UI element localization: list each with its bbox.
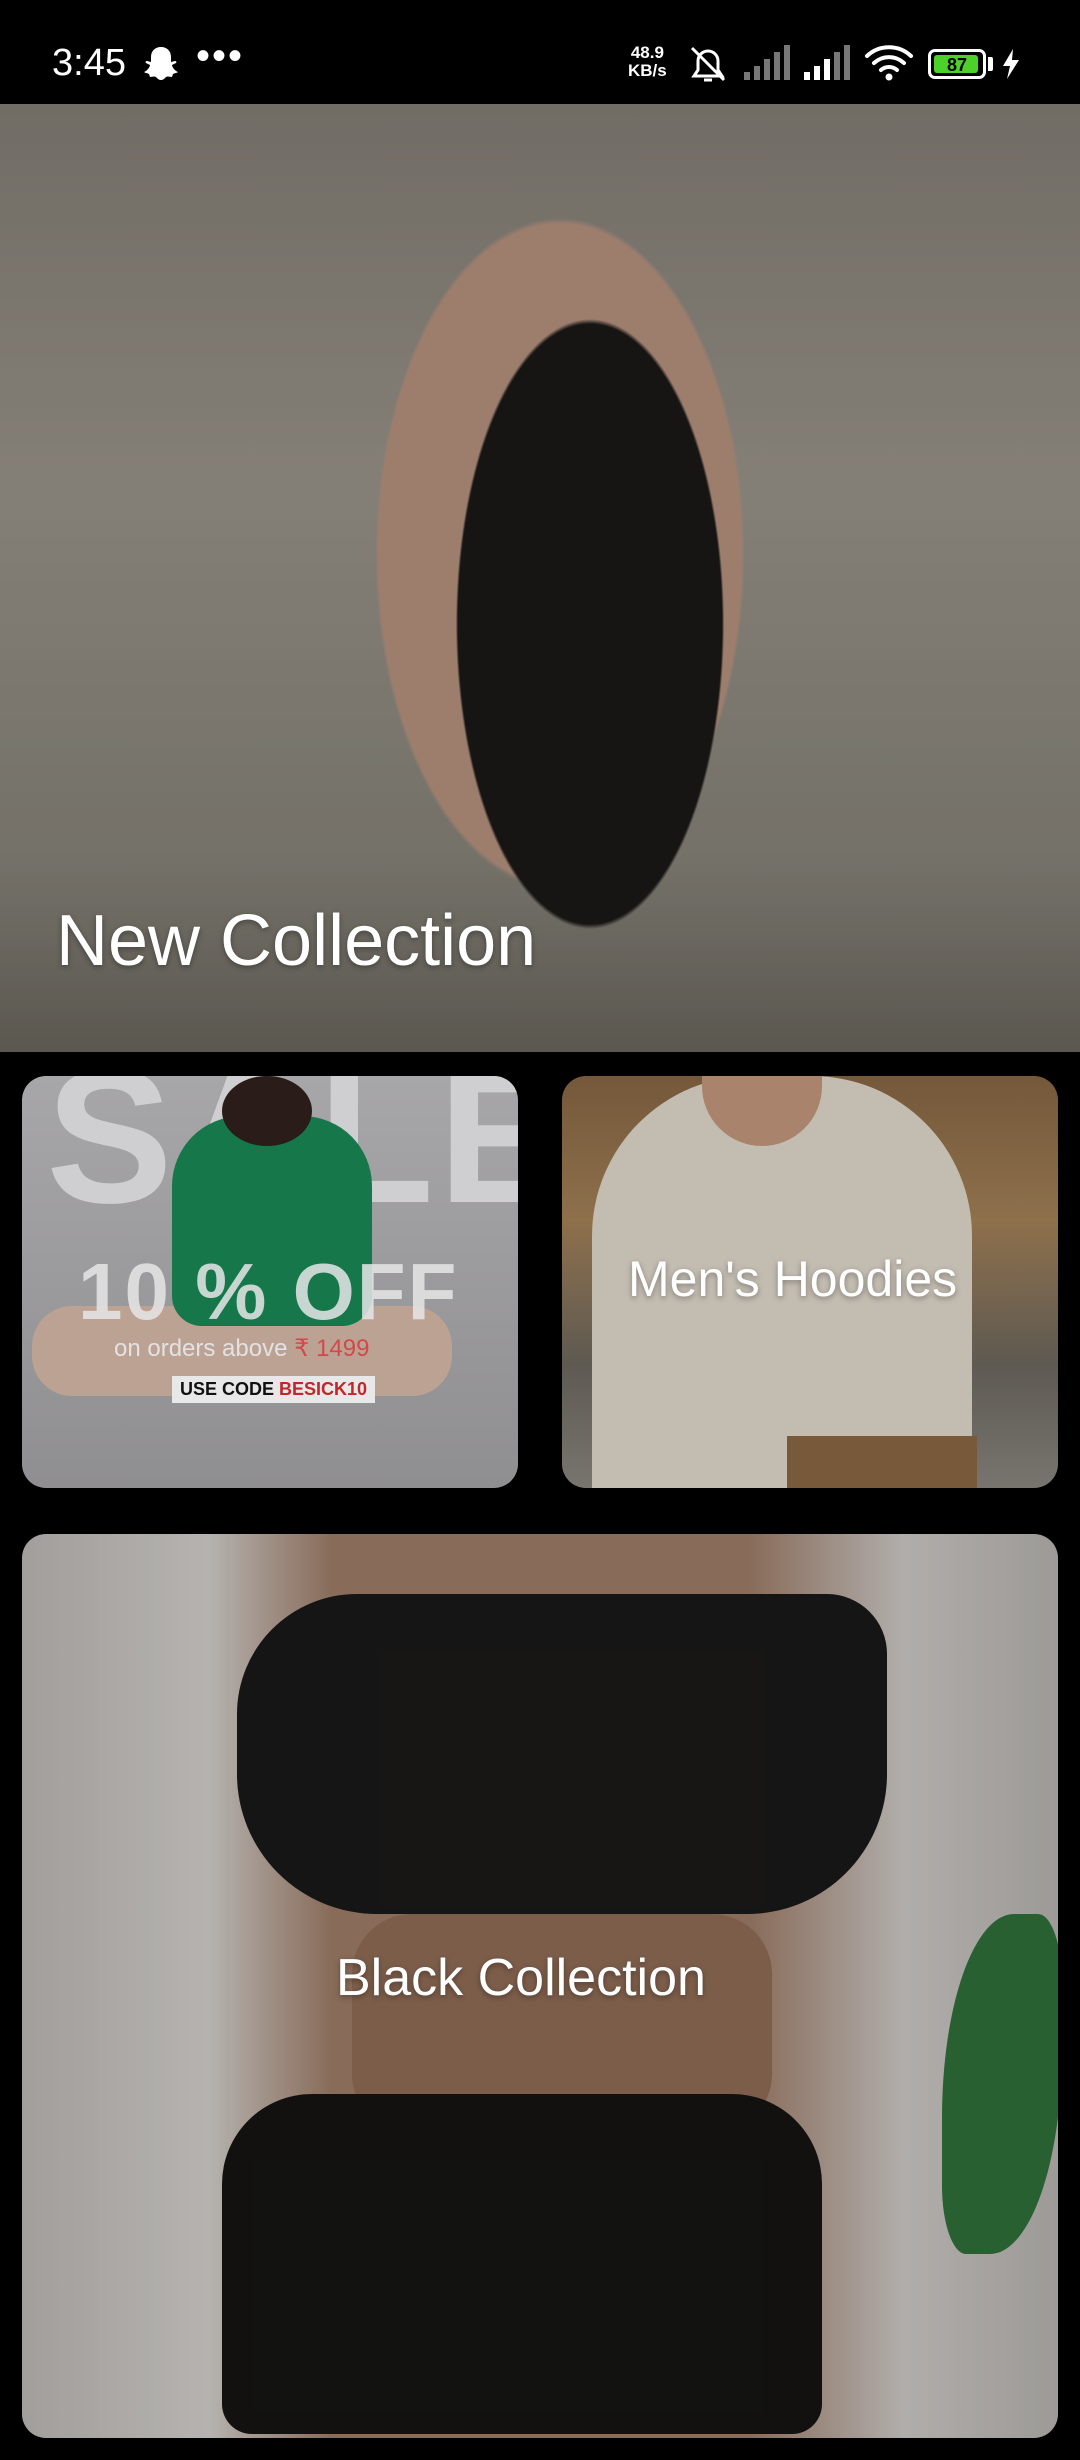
status-time: 3:45 [52, 42, 126, 84]
signal-icon [744, 45, 790, 80]
coupon-prefix: USE CODE [180, 1379, 280, 1399]
mens-hoodies-title: Men's Hoodies [628, 1251, 958, 1307]
wifi-icon [865, 45, 913, 81]
charging-bolt-icon [1003, 49, 1019, 79]
sale-discount-text: 10 % OFF [78, 1247, 459, 1336]
model-image [352, 1914, 772, 2134]
black-collection-card[interactable]: Black Collection [22, 1534, 1058, 2438]
battery-level: 87 [946, 55, 968, 75]
sale-coupon-code: USE CODE BESICK10 [172, 1376, 376, 1403]
coupon-code: BESICK10 [279, 1379, 368, 1399]
battery-icon: 87 [928, 49, 986, 79]
sale-min-amount: ₹ 1499 [294, 1335, 370, 1362]
network-speed-value: 48.9 [630, 43, 664, 62]
mens-hoodies-card[interactable]: Men's Hoodies [562, 1076, 1058, 1488]
hoodie-model-face [702, 1076, 822, 1146]
sale-min-prefix: on orders above [114, 1335, 295, 1362]
alarm-off-icon [690, 46, 726, 82]
new-collection-title: New Collection [56, 901, 537, 981]
snapchat-ghost-icon [144, 47, 178, 80]
more-notifications-icon: ••• [196, 34, 245, 78]
hoodie-pocket [787, 1436, 977, 1488]
network-speed-unit: KB/s [628, 61, 667, 80]
sale-model-head [222, 1076, 312, 1146]
status-bar: 3:45 ••• 48.9 KB/s 87 [0, 0, 1080, 104]
sale-offer-card[interactable]: SALE 10 % OFF on orders above ₹ 1499 USE… [22, 1076, 518, 1488]
black-collection-title: Black Collection [336, 1949, 706, 2007]
signal-icon [804, 45, 850, 80]
plant-image [942, 1914, 1058, 2254]
battery-nub [988, 57, 993, 71]
new-collection-banner[interactable]: New Collection [0, 104, 1080, 1052]
network-speed: 48.9 KB/s [628, 44, 667, 80]
bikini-top-image [237, 1594, 887, 1914]
sale-minimum-order: on orders above ₹ 1499 [114, 1334, 369, 1363]
bikini-bottom-image [222, 2094, 822, 2434]
